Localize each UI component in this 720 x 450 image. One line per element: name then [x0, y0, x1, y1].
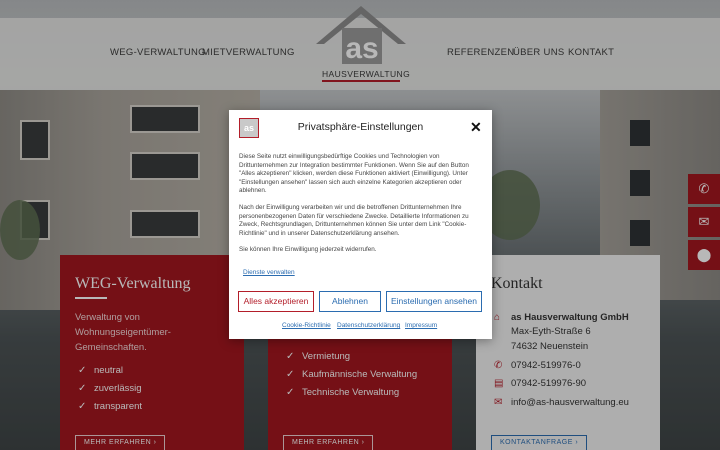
privacy-consent-dialog: as Privatsphäre-Einstellungen ✕ Diese Se… [229, 110, 492, 339]
close-icon[interactable]: ✕ [470, 119, 482, 136]
dialog-paragraph-1: Diese Seite nutzt einwilligungsbedürftig… [239, 153, 469, 195]
deny-button[interactable]: Ablehnen [319, 291, 381, 312]
accept-all-button[interactable]: Alles akzeptieren [238, 291, 314, 312]
manage-services-link[interactable]: Dienste verwalten [243, 269, 295, 276]
cookie-policy-link[interactable]: Cookie-Richtlinie [282, 322, 331, 329]
dialog-paragraph-2: Nach der Einwilligung verarbeiten wir un… [239, 204, 469, 237]
view-settings-button[interactable]: Einstellungen ansehen [386, 291, 482, 312]
imprint-link[interactable]: Impressum [405, 322, 437, 329]
dialog-title: Privatsphäre-Einstellungen [297, 121, 424, 133]
dialog-paragraph-3: Sie können Ihre Einwilligung jederzeit w… [239, 246, 377, 253]
privacy-policy-link[interactable]: Datenschutzerklärung [337, 322, 400, 329]
